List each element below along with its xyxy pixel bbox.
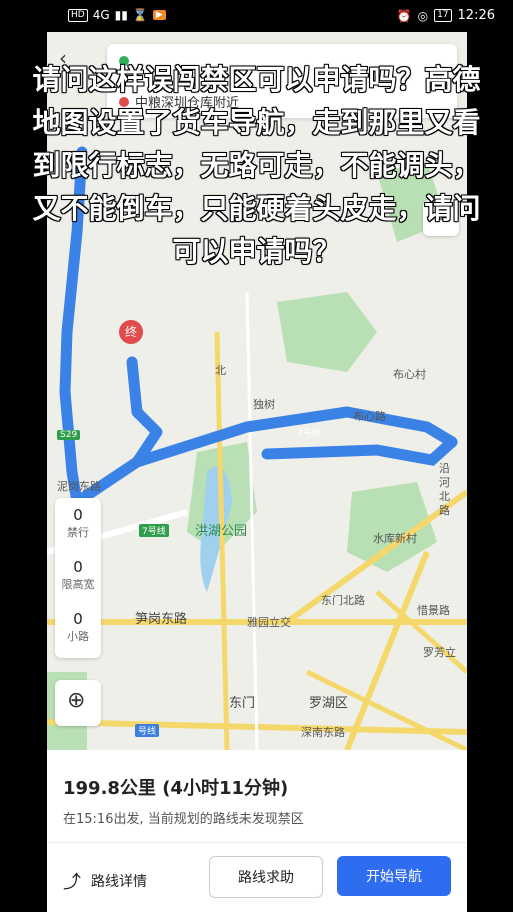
overlay-caption: 请问这样误闯禁区可以申请吗？高德地图设置了货车导航，走到那里又看到限行标志，无路… bbox=[32, 62, 482, 269]
hd-badge: HD bbox=[68, 8, 88, 22]
route-line bbox=[261, 436, 458, 466]
map-label-yayuanlijiao: 雅园立交 bbox=[247, 616, 291, 629]
route-details-label: 路线详情 bbox=[91, 874, 147, 890]
signal-icon: 4G bbox=[92, 8, 110, 22]
map-label-bei: 北 bbox=[215, 364, 226, 377]
route-details-button[interactable]: ⤴ 路线详情 bbox=[63, 868, 147, 894]
divider bbox=[47, 842, 467, 843]
map-label-line3: 3号线 bbox=[297, 429, 321, 439]
map-label-line7: 7号线 bbox=[139, 524, 169, 537]
restriction-label: 禁行 bbox=[67, 526, 89, 539]
signal-bars-icon: ▮▮ bbox=[114, 8, 128, 22]
restriction-count: 0 bbox=[73, 610, 83, 628]
park-area bbox=[277, 292, 377, 372]
map-label-shuikuxincun: 水库新村 bbox=[373, 532, 417, 545]
map-label-line-small: 号线 bbox=[135, 724, 160, 737]
status-right: ⏰ ◎ 17 12:26 bbox=[397, 8, 495, 23]
map-label-honghugongyuan: 洪湖公园 bbox=[195, 524, 248, 539]
route-details-icon: ⤴ bbox=[63, 872, 81, 893]
restriction-count: 0 bbox=[73, 558, 83, 576]
alarm-icon: ⏰ bbox=[396, 8, 412, 23]
route-distance: 199.8公里 (4小时11分钟) bbox=[63, 778, 289, 799]
crosshair-icon: ⊕ bbox=[67, 688, 86, 713]
map-label-luofangli: 罗芳立 bbox=[423, 646, 456, 659]
restriction-panel[interactable]: 0 禁行 0 限高宽 0 小路 bbox=[55, 498, 101, 658]
map-label-buxinlu: 布心路 bbox=[353, 410, 386, 423]
map-label-nigangdonglu: 泥岗东路 bbox=[57, 480, 101, 493]
battery-icon: 17 bbox=[434, 9, 452, 22]
app-notification-icon: ▶ bbox=[152, 10, 166, 20]
end-marker: 终 bbox=[119, 320, 143, 344]
map-label-shennandonglu: 深南东路 bbox=[301, 726, 345, 739]
road bbox=[344, 550, 430, 750]
map-label-luohuqu: 罗湖区 bbox=[309, 696, 349, 711]
clock: 12:26 bbox=[457, 8, 495, 23]
route-summary-sheet: 199.8公里 (4小时11分钟) 在15:16出发, 当前规划的路线未发现禁区… bbox=[47, 750, 467, 912]
map-label-xiejinglu: 惜景路 bbox=[417, 604, 450, 617]
map-label-yanhebeilu: 沿河北路 bbox=[439, 462, 450, 517]
map-label-dongmenbeilu: 东门北路 bbox=[321, 594, 365, 607]
route-info: 在15:16出发, 当前规划的路线未发现禁区 bbox=[63, 812, 304, 827]
road-s29-badge: S29 bbox=[57, 430, 81, 440]
start-navigation-button[interactable]: 开始导航 bbox=[337, 856, 451, 896]
restriction-label: 小路 bbox=[67, 630, 89, 643]
restriction-forbidden[interactable]: 0 禁行 bbox=[55, 506, 101, 540]
restriction-count: 0 bbox=[73, 506, 83, 524]
map-label-dushu: 独树 bbox=[253, 398, 275, 411]
road bbox=[245, 291, 259, 750]
map-label-dongmen: 东门 bbox=[229, 696, 256, 711]
status-bar: HD 4G ▮▮ ⌛ ▶ ⏰ ◎ 17 12:26 bbox=[0, 0, 513, 32]
route-help-button[interactable]: 路线求助 bbox=[209, 856, 323, 898]
locate-button[interactable]: ⊕ bbox=[55, 680, 101, 726]
location-icon: ◎ bbox=[417, 8, 429, 23]
restriction-label: 限高宽 bbox=[61, 578, 95, 591]
map-label-sungangdonglu: 笋岗东路 bbox=[135, 612, 188, 627]
status-left: HD 4G ▮▮ ⌛ ▶ bbox=[68, 8, 166, 22]
restriction-height-width[interactable]: 0 限高宽 bbox=[55, 558, 101, 592]
map-label-buxincun: 布心村 bbox=[393, 368, 426, 381]
restriction-small-road[interactable]: 0 小路 bbox=[55, 610, 101, 644]
hourglass-icon: ⌛ bbox=[132, 8, 148, 22]
